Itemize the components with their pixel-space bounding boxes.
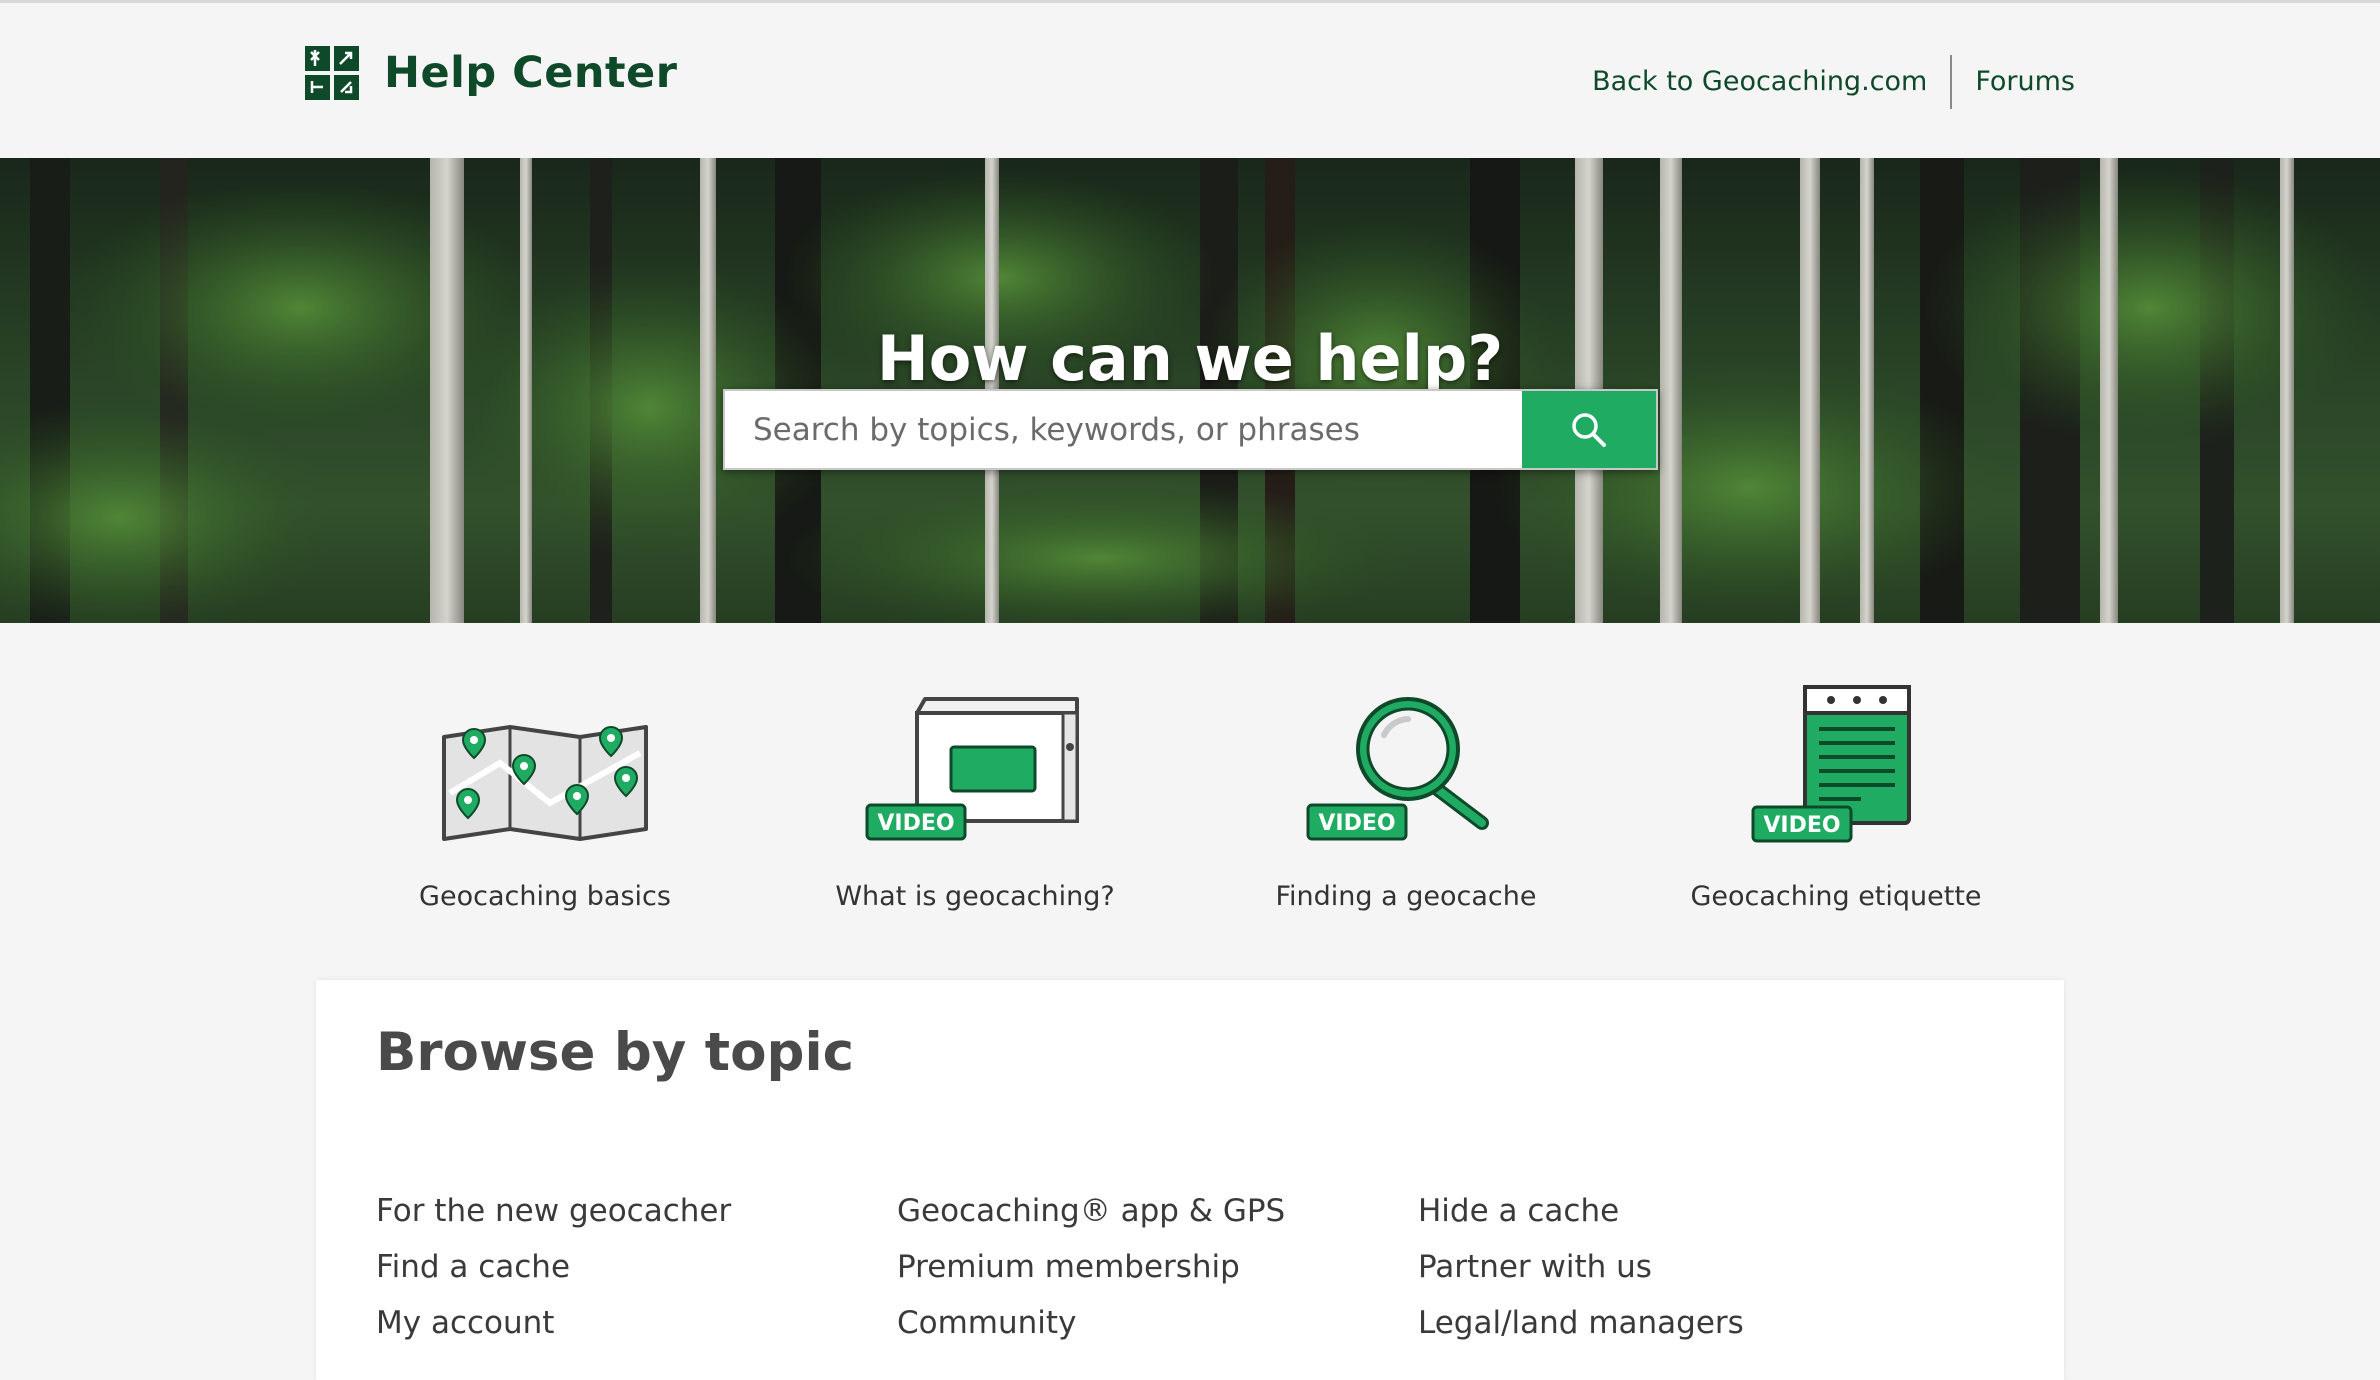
browse-by-topic-panel: Browse by topic For the new geocacher Fi… bbox=[316, 980, 2064, 1380]
hero-banner: How can we help? bbox=[0, 158, 2380, 623]
geocaching-logo-icon bbox=[305, 46, 359, 100]
feature-label: Geocaching basics bbox=[419, 881, 671, 912]
topic-link-community[interactable]: Community bbox=[897, 1295, 1285, 1351]
feature-what-is-geocaching[interactable]: VIDEO What is geocaching? bbox=[795, 693, 1155, 914]
map-pins-icon bbox=[442, 725, 648, 841]
video-badge: VIDEO bbox=[1763, 813, 1840, 838]
notepad-icon: VIDEO bbox=[1751, 685, 1911, 843]
feature-geocaching-basics[interactable]: Geocaching basics bbox=[365, 693, 725, 914]
nav-divider bbox=[1950, 55, 1953, 109]
ammo-box-icon: VIDEO bbox=[865, 697, 1079, 841]
search-icon bbox=[1572, 412, 1606, 447]
topic-column-2: Geocaching® app & GPS Premium membership… bbox=[897, 1183, 1285, 1351]
top-nav: Back to Geocaching.com Forums bbox=[1592, 55, 2075, 109]
browse-heading: Browse by topic bbox=[376, 1022, 855, 1083]
site-title: Help Center bbox=[384, 48, 678, 98]
topic-link-hide-a-cache[interactable]: Hide a cache bbox=[1418, 1183, 1744, 1239]
feature-finding-a-geocache[interactable]: VIDEO Finding a geocache bbox=[1226, 693, 1586, 914]
feature-label: Finding a geocache bbox=[1275, 881, 1537, 912]
video-badge: VIDEO bbox=[1318, 811, 1395, 836]
feature-geocaching-etiquette[interactable]: VIDEO Geocaching etiquette bbox=[1656, 685, 2016, 914]
magnifier-icon: VIDEO bbox=[1306, 697, 1489, 841]
back-to-geocaching-link[interactable]: Back to Geocaching.com bbox=[1592, 55, 1927, 109]
topic-link-premium-membership[interactable]: Premium membership bbox=[897, 1239, 1285, 1295]
featured-topics: Geocaching basics VIDEO What is geocachi… bbox=[0, 623, 2380, 973]
topic-column-1: For the new geocacher Find a cache My ac… bbox=[376, 1183, 731, 1351]
topic-column-3: Hide a cache Partner with us Legal/land … bbox=[1418, 1183, 1744, 1351]
topic-link-find-a-cache[interactable]: Find a cache bbox=[376, 1239, 731, 1295]
search-input[interactable] bbox=[725, 391, 1522, 468]
site-header: Help Center Back to Geocaching.com Forum… bbox=[0, 3, 2380, 158]
feature-label: What is geocaching? bbox=[835, 881, 1115, 912]
topic-link-app-gps[interactable]: Geocaching® app & GPS bbox=[897, 1183, 1285, 1239]
search-bar bbox=[723, 389, 1658, 470]
topic-link-partner-with-us[interactable]: Partner with us bbox=[1418, 1239, 1744, 1295]
forums-link[interactable]: Forums bbox=[1975, 55, 2075, 109]
topic-link-legal-land-managers[interactable]: Legal/land managers bbox=[1418, 1295, 1744, 1351]
feature-label: Geocaching etiquette bbox=[1690, 881, 1982, 912]
video-badge: VIDEO bbox=[877, 811, 954, 836]
hero-title: How can we help? bbox=[876, 321, 1504, 395]
topic-link-new-geocacher[interactable]: For the new geocacher bbox=[376, 1183, 731, 1239]
topic-link-my-account[interactable]: My account bbox=[376, 1295, 731, 1351]
brand[interactable]: Help Center bbox=[305, 46, 677, 100]
search-button[interactable] bbox=[1522, 391, 1656, 468]
